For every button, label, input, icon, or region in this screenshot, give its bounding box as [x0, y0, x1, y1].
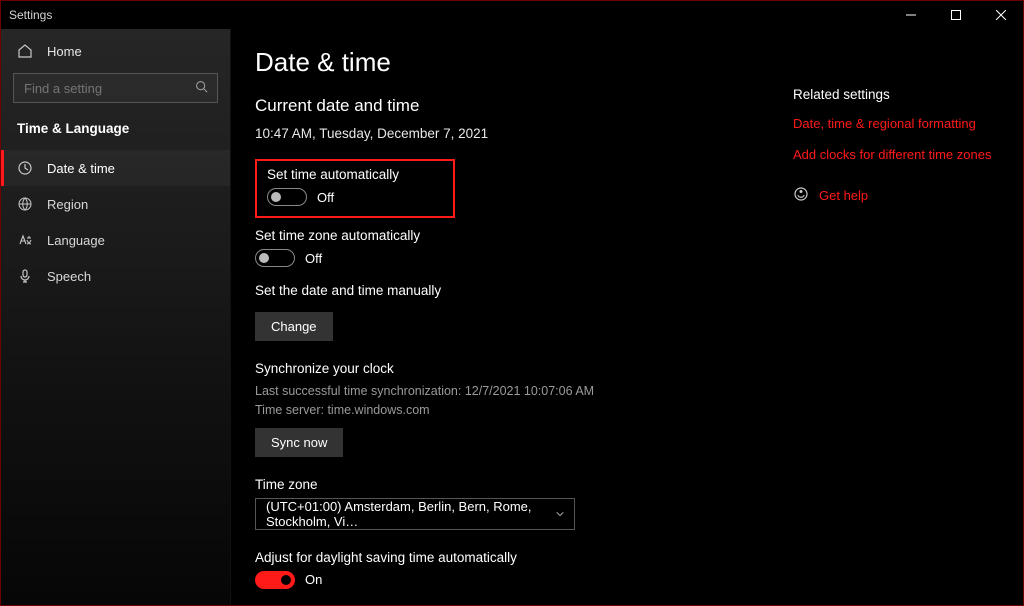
sync-time-server: Time server: time.windows.com	[255, 401, 773, 420]
sidebar-item-language[interactable]: Language	[1, 222, 230, 258]
maximize-icon	[951, 10, 961, 20]
page-title: Date & time	[255, 47, 773, 78]
close-button[interactable]	[978, 1, 1023, 29]
get-help-link[interactable]: Get help	[819, 188, 868, 203]
related-settings-heading: Related settings	[793, 87, 1007, 102]
sidebar-item-speech[interactable]: Speech	[1, 258, 230, 294]
set-tz-auto-state: Off	[305, 251, 322, 266]
set-time-auto-toggle[interactable]	[267, 188, 307, 206]
additional-cal-label: Show additional calendars in the taskbar	[255, 605, 773, 606]
help-icon	[793, 186, 809, 205]
microphone-icon	[17, 268, 33, 284]
settings-window: Settings Home	[0, 0, 1024, 606]
minimize-button[interactable]	[888, 1, 933, 29]
sidebar-item-label: Date & time	[47, 161, 115, 176]
home-button[interactable]: Home	[1, 35, 230, 67]
chevron-down-icon	[556, 509, 564, 519]
sidebar: Home Time & Language Date & time Region	[1, 29, 231, 605]
sidebar-item-date-time[interactable]: Date & time	[1, 150, 230, 186]
timezone-label: Time zone	[255, 477, 773, 492]
sync-heading: Synchronize your clock	[255, 361, 773, 376]
daylight-toggle[interactable]	[255, 571, 295, 589]
clock-icon	[17, 160, 33, 176]
current-datetime-heading: Current date and time	[255, 96, 773, 116]
current-datetime-value: 10:47 AM, Tuesday, December 7, 2021	[255, 126, 773, 141]
sync-last-success: Last successful time synchronization: 12…	[255, 382, 773, 401]
sidebar-item-label: Region	[47, 197, 88, 212]
minimize-icon	[906, 10, 916, 20]
sidebar-item-label: Language	[47, 233, 105, 248]
window-title: Settings	[9, 8, 52, 22]
set-time-auto-label: Set time automatically	[267, 167, 443, 182]
related-settings-aside: Related settings Date, time & regional f…	[793, 47, 1023, 605]
window-controls	[888, 1, 1023, 29]
timezone-dropdown[interactable]: (UTC+01:00) Amsterdam, Berlin, Bern, Rom…	[255, 498, 575, 530]
daylight-label: Adjust for daylight saving time automati…	[255, 550, 773, 565]
main-area: Date & time Current date and time 10:47 …	[231, 29, 1023, 605]
globe-icon	[17, 196, 33, 212]
link-regional-formatting[interactable]: Date, time & regional formatting	[793, 116, 1007, 131]
home-icon	[17, 43, 33, 59]
change-datetime-button[interactable]: Change	[255, 312, 333, 341]
close-icon	[996, 10, 1006, 20]
maximize-button[interactable]	[933, 1, 978, 29]
sidebar-item-label: Speech	[47, 269, 91, 284]
manual-datetime-label: Set the date and time manually	[255, 283, 773, 298]
timezone-value: (UTC+01:00) Amsterdam, Berlin, Bern, Rom…	[266, 499, 556, 529]
content-column: Date & time Current date and time 10:47 …	[255, 47, 793, 605]
search-icon	[195, 80, 208, 96]
sidebar-item-region[interactable]: Region	[1, 186, 230, 222]
home-label: Home	[47, 44, 82, 59]
sync-now-button[interactable]: Sync now	[255, 428, 343, 457]
language-icon	[17, 232, 33, 248]
search-input[interactable]	[13, 73, 218, 103]
highlight-set-time-auto: Set time automatically Off	[255, 159, 455, 218]
link-add-clocks[interactable]: Add clocks for different time zones	[793, 147, 1007, 162]
set-tz-auto-toggle[interactable]	[255, 249, 295, 267]
sidebar-section-title: Time & Language	[1, 111, 230, 150]
search-container	[13, 73, 218, 103]
titlebar: Settings	[1, 1, 1023, 29]
daylight-state: On	[305, 572, 322, 587]
set-tz-auto-label: Set time zone automatically	[255, 228, 773, 243]
set-time-auto-state: Off	[317, 190, 334, 205]
